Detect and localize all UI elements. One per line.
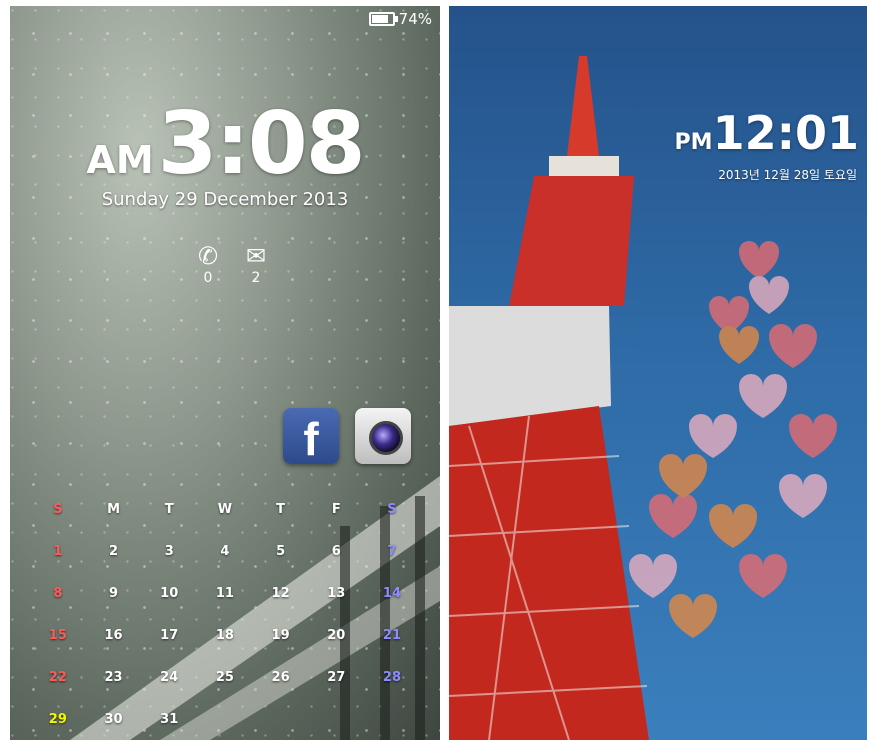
- calendar-week-row: 15 16 17 18 19 20 21: [30, 614, 420, 656]
- battery-icon: [368, 12, 398, 26]
- calendar-day: 14: [382, 585, 402, 601]
- ampm-label: PM: [674, 130, 713, 155]
- calendar-day: 16: [104, 627, 123, 643]
- calendar-day: 8: [53, 585, 63, 601]
- calendar-day-today: 29: [48, 711, 67, 727]
- facebook-shortcut[interactable]: f: [283, 408, 339, 465]
- calendar-day: 3: [164, 543, 174, 559]
- calendar-week-row: 29 30 31: [30, 698, 420, 740]
- calendar-day: 1: [53, 543, 63, 559]
- left-lockscreen: 74% AM3:08 Sunday 29 December 2013 ✆ 0 ✉…: [10, 6, 440, 740]
- clock: AM3:08: [10, 94, 440, 194]
- calendar-weekday-row: S M T W T F S: [30, 488, 420, 530]
- camera-icon: [369, 421, 403, 455]
- calendar-day: 10: [160, 585, 179, 601]
- phone-icon: ✆: [197, 242, 219, 270]
- calendar-day: 31: [160, 711, 179, 727]
- calendar-day: 4: [220, 543, 230, 559]
- calendar-day: 15: [48, 627, 67, 643]
- calendar: S M T W T F S 1 2 3 4 5 6 7 8 9 10 11 12…: [30, 488, 420, 740]
- calendar-day: 6: [331, 543, 341, 559]
- calendar-day: 30: [104, 711, 123, 727]
- calendar-day: 28: [382, 669, 402, 685]
- time-label: 3:08: [157, 94, 366, 194]
- camera-shortcut[interactable]: [355, 408, 411, 464]
- missed-calls-count: 0: [203, 270, 213, 286]
- facebook-icon: f: [303, 413, 319, 465]
- date-label: Sunday 29 December 2013: [101, 189, 349, 210]
- calendar-day: 27: [327, 669, 346, 685]
- battery-percent: 74%: [398, 10, 432, 28]
- mail-icon: ✉: [245, 242, 267, 270]
- hearts-decoration: [629, 241, 837, 638]
- date-label: 2013년 12월 28일 토요일: [718, 168, 857, 182]
- weekday-label: W: [217, 501, 233, 517]
- calendar-day: 7: [387, 543, 397, 559]
- calendar-week-row: 1 2 3 4 5 6 7: [30, 530, 420, 572]
- unread-messages[interactable]: ✉ 2: [236, 242, 276, 286]
- calendar-day: 25: [215, 669, 234, 685]
- weekday-label: S: [387, 501, 397, 517]
- tower-image: [449, 56, 649, 740]
- calendar-day: 13: [327, 585, 346, 601]
- calendar-day: 2: [109, 543, 119, 559]
- calendar-week-row: 8 9 10 11 12 13 14: [30, 572, 420, 614]
- right-lockscreen: PM12:01 2013년 12월 28일 토요일: [449, 6, 867, 740]
- unread-messages-count: 2: [251, 270, 261, 286]
- weekday-label: F: [331, 501, 341, 517]
- status-bar: 74%: [368, 10, 432, 28]
- calendar-day: 20: [327, 627, 346, 643]
- time-label: 12:01: [712, 106, 859, 160]
- calendar-day: 24: [160, 669, 179, 685]
- missed-calls[interactable]: ✆ 0: [188, 242, 228, 286]
- weekday-label: T: [164, 501, 174, 517]
- weekday-label: M: [107, 501, 120, 517]
- calendar-day: 19: [271, 627, 290, 643]
- calendar-day: 23: [104, 669, 123, 685]
- calendar-day: 18: [215, 627, 234, 643]
- calendar-day: 22: [48, 669, 67, 685]
- calendar-day: 17: [160, 627, 179, 643]
- calendar-day: 5: [276, 543, 286, 559]
- calendar-day: 12: [271, 585, 290, 601]
- weekday-label: S: [53, 501, 63, 517]
- calendar-day: 21: [382, 627, 402, 643]
- calendar-day: 11: [215, 585, 234, 601]
- weekday-label: T: [276, 501, 286, 517]
- ampm-label: AM: [86, 138, 154, 182]
- clock: PM12:01: [675, 106, 859, 160]
- calendar-day: 9: [109, 585, 119, 601]
- calendar-day: 26: [271, 669, 290, 685]
- calendar-week-row: 22 23 24 25 26 27 28: [30, 656, 420, 698]
